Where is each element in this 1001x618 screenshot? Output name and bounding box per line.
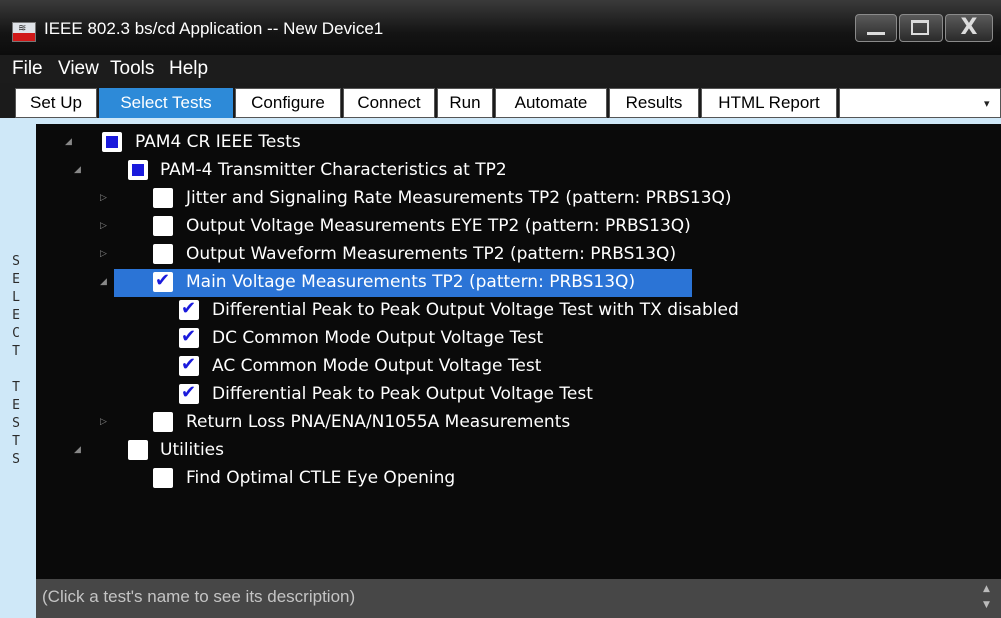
tree-item-label[interactable]: Main Voltage Measurements TP2 (pattern: …	[186, 272, 635, 292]
tree-checkbox[interactable]	[179, 354, 199, 376]
tree-item-output-voltage-eye[interactable]: ▷ Output Voltage Measurements EYE TP2 (p…	[36, 213, 1001, 241]
close-button[interactable]: X	[945, 14, 993, 42]
close-icon: X	[960, 15, 978, 40]
tree-checkbox[interactable]	[153, 412, 173, 432]
menu-help[interactable]: Help	[169, 58, 208, 80]
tree-checkbox[interactable]	[179, 326, 199, 348]
tree-item-jitter-signaling[interactable]: ▷ Jitter and Signaling Rate Measurements…	[36, 185, 1001, 213]
tab-results[interactable]: Results	[609, 88, 699, 118]
tree-item-find-optimal-ctle[interactable]: Find Optimal CTLE Eye Opening	[36, 465, 1001, 493]
tree-item-ac-common-mode[interactable]: AC Common Mode Output Voltage Test	[36, 353, 1001, 381]
tab-strip-filler	[839, 88, 1001, 118]
tree-item-output-waveform[interactable]: ▷ Output Waveform Measurements TP2 (patt…	[36, 241, 1001, 269]
collapse-icon[interactable]: ◢	[74, 165, 81, 175]
tab-bar: Set Up Select Tests Configure Connect Ru…	[0, 85, 1001, 118]
expand-icon[interactable]: ▷	[100, 249, 107, 259]
tree-checkbox[interactable]	[128, 440, 148, 460]
tree-checkbox[interactable]	[102, 132, 122, 152]
minimize-button[interactable]	[855, 14, 897, 42]
tab-overflow-icon[interactable]: ▾	[984, 97, 990, 110]
select-tests-side-label: SELECT TESTS	[12, 254, 20, 467]
title-bar[interactable]: ≋ IEEE 802.3 bs/cd Application -- New De…	[0, 0, 1001, 55]
app-window: ≋ IEEE 802.3 bs/cd Application -- New De…	[0, 0, 1001, 618]
tree-item-main-voltage[interactable]: ◢ Main Voltage Measurements TP2 (pattern…	[36, 269, 1001, 297]
tree-item-label[interactable]: Find Optimal CTLE Eye Opening	[186, 468, 455, 488]
tree-item-label[interactable]: PAM-4 Transmitter Characteristics at TP2	[160, 160, 507, 180]
tree-item-diff-p2p[interactable]: Differential Peak to Peak Output Voltage…	[36, 381, 1001, 409]
tab-setup[interactable]: Set Up	[15, 88, 97, 118]
tree-checkbox[interactable]	[153, 270, 173, 292]
tree-item-label[interactable]: Differential Peak to Peak Output Voltage…	[212, 384, 593, 404]
tab-html-report[interactable]: HTML Report	[701, 88, 837, 118]
tree-item-label[interactable]: Differential Peak to Peak Output Voltage…	[212, 300, 739, 320]
tree-item-label[interactable]: Return Loss PNA/ENA/N1055A Measurements	[186, 412, 570, 432]
tree-item-label[interactable]: Output Waveform Measurements TP2 (patter…	[186, 244, 676, 264]
app-icon: ≋	[12, 22, 36, 42]
tree-checkbox[interactable]	[153, 216, 173, 236]
scroll-down-icon[interactable]: ▼	[983, 600, 990, 610]
tree-item-utilities[interactable]: ◢ Utilities	[36, 437, 1001, 465]
tree-item-label[interactable]: AC Common Mode Output Voltage Test	[212, 356, 541, 376]
menu-tools[interactable]: Tools	[110, 58, 154, 80]
tree-item-pam4-cr-ieee-tests[interactable]: ◢ PAM4 CR IEEE Tests	[36, 129, 1001, 157]
tree-item-label[interactable]: DC Common Mode Output Voltage Test	[212, 328, 543, 348]
collapse-icon[interactable]: ◢	[74, 445, 81, 455]
tree-item-diff-p2p-tx-disabled[interactable]: Differential Peak to Peak Output Voltage…	[36, 297, 1001, 325]
tree-checkbox[interactable]	[179, 382, 199, 404]
window-title: IEEE 802.3 bs/cd Application -- New Devi…	[44, 19, 384, 38]
scroll-up-icon[interactable]: ▲	[983, 584, 990, 594]
tree-item-label[interactable]: Utilities	[160, 440, 224, 460]
menu-file[interactable]: File	[12, 58, 43, 80]
collapse-icon[interactable]: ◢	[100, 277, 107, 287]
tab-connect[interactable]: Connect	[343, 88, 435, 118]
select-tests-panel: SELECT TESTS ◢ PAM4 CR IEEE Tests ◢ PAM-…	[0, 118, 1001, 618]
description-box: (Click a test's name to see its descript…	[36, 579, 1001, 618]
collapse-icon[interactable]: ◢	[65, 137, 72, 147]
tree-item-return-loss[interactable]: ▷ Return Loss PNA/ENA/N1055A Measurement…	[36, 409, 1001, 437]
description-text: (Click a test's name to see its descript…	[42, 587, 356, 606]
tree-item-label[interactable]: PAM4 CR IEEE Tests	[135, 132, 301, 152]
menu-bar: File View Tools Help	[0, 55, 1001, 83]
expand-icon[interactable]: ▷	[100, 193, 107, 203]
tab-select-tests[interactable]: Select Tests	[99, 88, 233, 118]
tab-configure[interactable]: Configure	[235, 88, 341, 118]
tree-checkbox[interactable]	[153, 468, 173, 488]
maximize-button[interactable]	[899, 14, 943, 42]
tree-item-dc-common-mode[interactable]: DC Common Mode Output Voltage Test	[36, 325, 1001, 353]
menu-view[interactable]: View	[58, 58, 99, 80]
tree-checkbox[interactable]	[179, 298, 199, 320]
tree-item-pam4-tx-characteristics[interactable]: ◢ PAM-4 Transmitter Characteristics at T…	[36, 157, 1001, 185]
tree-checkbox[interactable]	[153, 188, 173, 208]
tree-checkbox[interactable]	[153, 244, 173, 264]
tab-automate[interactable]: Automate	[495, 88, 607, 118]
test-tree: ◢ PAM4 CR IEEE Tests ◢ PAM-4 Transmitter…	[36, 124, 1001, 579]
expand-icon[interactable]: ▷	[100, 417, 107, 427]
tree-item-label[interactable]: Output Voltage Measurements EYE TP2 (pat…	[186, 216, 691, 236]
tree-checkbox[interactable]	[128, 160, 148, 180]
expand-icon[interactable]: ▷	[100, 221, 107, 231]
tab-run[interactable]: Run	[437, 88, 493, 118]
tree-item-label[interactable]: Jitter and Signaling Rate Measurements T…	[186, 188, 732, 208]
